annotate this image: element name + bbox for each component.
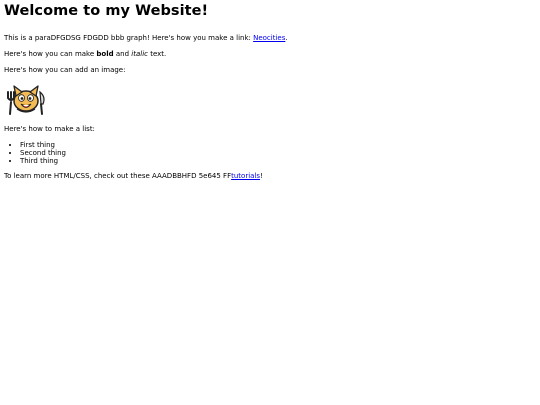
list-item: First thing [20,141,536,149]
intro-text: This is a paraDFGDSG FDGDD bbb graph! He… [4,34,254,43]
formatting-paragraph: Here's how you can make bold and italic … [4,50,536,58]
bold-text: bold [96,50,114,59]
learn-more-suffix: ! [260,172,263,181]
list-item: Second thing [20,149,536,157]
list-paragraph: Here's how to make a list: [4,124,95,133]
formatting-prefix: Here's how you can make [4,50,97,59]
things-list: First thing Second thing Third thing [4,141,536,166]
page-title: Welcome to my Website! [4,3,209,19]
learn-more-paragraph: To learn more HTML/CSS, check out these … [4,172,536,180]
image-paragraph: Here's how you can add an image: [4,66,126,75]
intro-paragraph: This is a paraDFGDSG FDGDD bbb graph! He… [4,34,536,42]
page-content: Welcome to my Website! This is a paraDFG… [0,0,540,180]
neocities-cat-icon [4,83,48,117]
tutorials-link[interactable]: tutorials [231,172,260,180]
intro-suffix: . [285,34,288,43]
formatting-middle: and [113,50,132,59]
list-item: Third thing [20,157,536,165]
neocities-link[interactable]: Neocities [253,34,285,42]
learn-more-text: To learn more HTML/CSS, check out these … [4,172,232,181]
italic-text: italic [131,50,148,59]
formatting-suffix: text. [147,50,167,59]
